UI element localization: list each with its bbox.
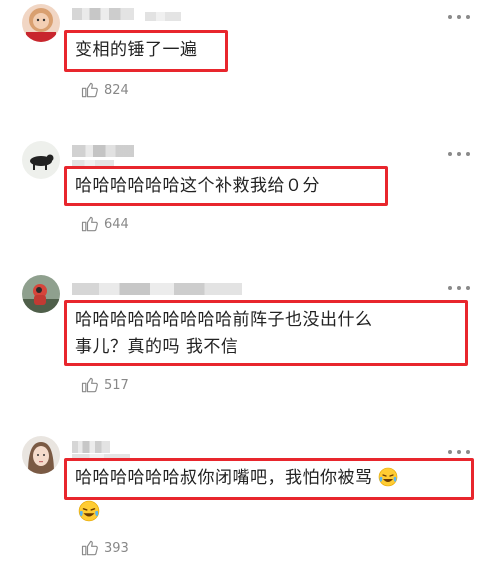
comment-text-content: 哈哈哈哈哈哈这个补救我给０分: [75, 176, 320, 196]
avatar-image: [22, 141, 60, 179]
like-count: 393: [104, 540, 129, 556]
like-count: 517: [104, 377, 129, 393]
comment-text-line-2: 事儿？真的吗 我不信: [75, 337, 239, 357]
laughing-tears-emoji: [78, 500, 100, 522]
comment-text-line-1: 哈哈哈哈哈哈哈哈哈前阵子也没出什么: [75, 310, 373, 330]
comment-text: 哈哈哈哈哈哈叔你闭嘴吧，我怕你被骂: [64, 458, 474, 500]
thumbs-up-icon: [81, 216, 98, 232]
like-count: 644: [104, 216, 129, 232]
more-options-icon[interactable]: [448, 449, 470, 455]
laughing-tears-emoji: [379, 467, 398, 487]
thumbs-up-icon: [81, 377, 98, 393]
thumbs-up-icon: [81, 540, 98, 556]
comment-text: 哈哈哈哈哈哈哈哈哈前阵子也没出什么 事儿？真的吗 我不信: [64, 300, 468, 366]
username[interactable]: [72, 8, 134, 20]
comment-meta: [145, 12, 181, 21]
more-options-icon[interactable]: [448, 14, 470, 20]
comment-text: 变相的锤了一遍: [64, 30, 228, 72]
avatar[interactable]: [22, 4, 60, 42]
username[interactable]: [72, 283, 242, 295]
like-count: 824: [104, 82, 129, 98]
avatar-image: [22, 4, 60, 42]
username[interactable]: [72, 145, 134, 157]
comment-text-content: 哈哈哈哈哈哈叔你闭嘴吧，我怕你被骂: [75, 468, 373, 488]
avatar-image: [22, 436, 60, 474]
avatar[interactable]: [22, 141, 60, 179]
like-button[interactable]: 824: [80, 80, 129, 100]
avatar[interactable]: [22, 275, 60, 313]
comment-text-content: 变相的锤了一遍: [75, 40, 198, 60]
comment-text: 哈哈哈哈哈哈这个补救我给０分: [64, 166, 388, 206]
more-options-icon[interactable]: [448, 151, 470, 157]
like-button[interactable]: 644: [80, 214, 129, 234]
username[interactable]: [72, 441, 110, 453]
more-options-icon[interactable]: [448, 285, 470, 291]
thumbs-up-icon: [81, 82, 98, 98]
like-button[interactable]: 393: [80, 538, 129, 558]
like-button[interactable]: 517: [80, 375, 129, 395]
avatar[interactable]: [22, 436, 60, 474]
avatar-image: [22, 275, 60, 313]
